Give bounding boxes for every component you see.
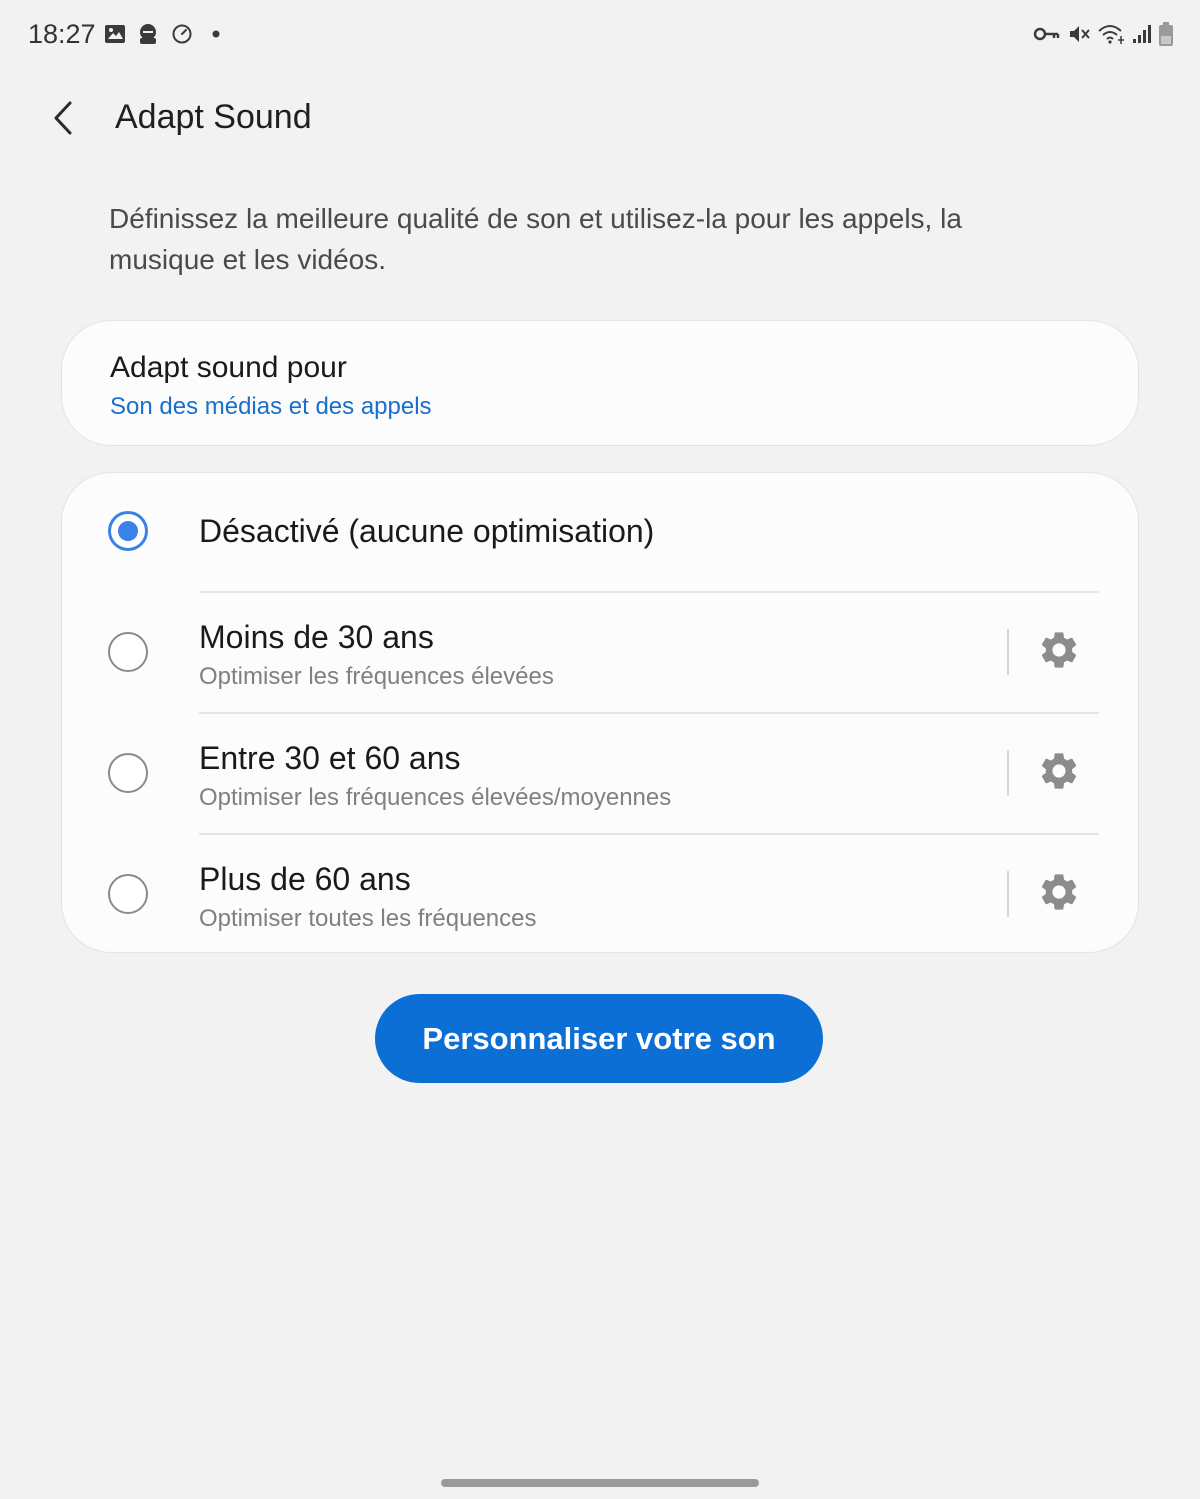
gear-icon	[1037, 749, 1081, 798]
radio-button-selected[interactable]	[108, 511, 148, 551]
radio-button[interactable]	[108, 874, 148, 914]
gear-icon	[1037, 628, 1081, 677]
vertical-divider	[1007, 629, 1009, 675]
app-bar: Adapt Sound	[0, 80, 1200, 160]
page-description: Définissez la meilleure qualité de son e…	[109, 203, 962, 275]
option-off[interactable]: Désactivé (aucune optimisation)	[62, 473, 1138, 591]
option-over-60[interactable]: Plus de 60 ans Optimiser toutes les fréq…	[62, 835, 1138, 952]
radio-button[interactable]	[108, 753, 148, 793]
customize-sound-button[interactable]: Personnaliser votre son	[375, 994, 823, 1083]
option-title: Entre 30 et 60 ans	[199, 740, 461, 776]
option-subtitle: Optimiser toutes les fréquences	[199, 905, 537, 932]
back-button[interactable]	[40, 96, 88, 144]
wifi-icon	[1097, 20, 1125, 48]
dot-icon	[211, 20, 221, 48]
settings-button[interactable]	[1032, 867, 1086, 921]
target-setting-value: Son des médias et des appels	[110, 393, 432, 420]
option-subtitle: Optimiser les fréquences élevées	[199, 663, 554, 690]
option-title: Plus de 60 ans	[199, 861, 411, 897]
mute-icon	[1067, 20, 1091, 48]
option-under-30[interactable]: Moins de 30 ans Optimiser les fréquences…	[62, 593, 1138, 712]
adapt-sound-target-setting[interactable]: Adapt sound pour Son des médias et des a…	[61, 320, 1139, 446]
status-bar: 18:27	[0, 0, 1200, 70]
target-setting-title: Adapt sound pour	[110, 351, 347, 384]
speedometer-icon	[171, 20, 193, 48]
vpn-key-icon	[1033, 20, 1060, 48]
settings-button[interactable]	[1032, 746, 1086, 800]
vertical-divider	[1007, 871, 1009, 917]
option-title: Moins de 30 ans	[199, 619, 434, 655]
option-title: Désactivé (aucune optimisation)	[199, 513, 655, 549]
radio-button[interactable]	[108, 632, 148, 672]
option-30-to-60[interactable]: Entre 30 et 60 ans Optimiser les fréquen…	[62, 714, 1138, 833]
battery-icon	[1158, 20, 1174, 48]
app-badge-icon	[138, 20, 158, 48]
image-icon	[104, 20, 126, 48]
age-options-card: Désactivé (aucune optimisation) Moins de…	[61, 472, 1139, 953]
signal-icon	[1131, 20, 1153, 48]
option-subtitle: Optimiser les fréquences élevées/moyenne…	[199, 784, 672, 811]
chevron-left-icon	[50, 100, 78, 141]
gear-icon	[1037, 870, 1081, 919]
home-indicator[interactable]	[441, 1479, 759, 1487]
status-time: 18:27	[28, 19, 96, 49]
settings-button[interactable]	[1032, 625, 1086, 679]
page-title: Adapt Sound	[115, 98, 312, 136]
vertical-divider	[1007, 750, 1009, 796]
